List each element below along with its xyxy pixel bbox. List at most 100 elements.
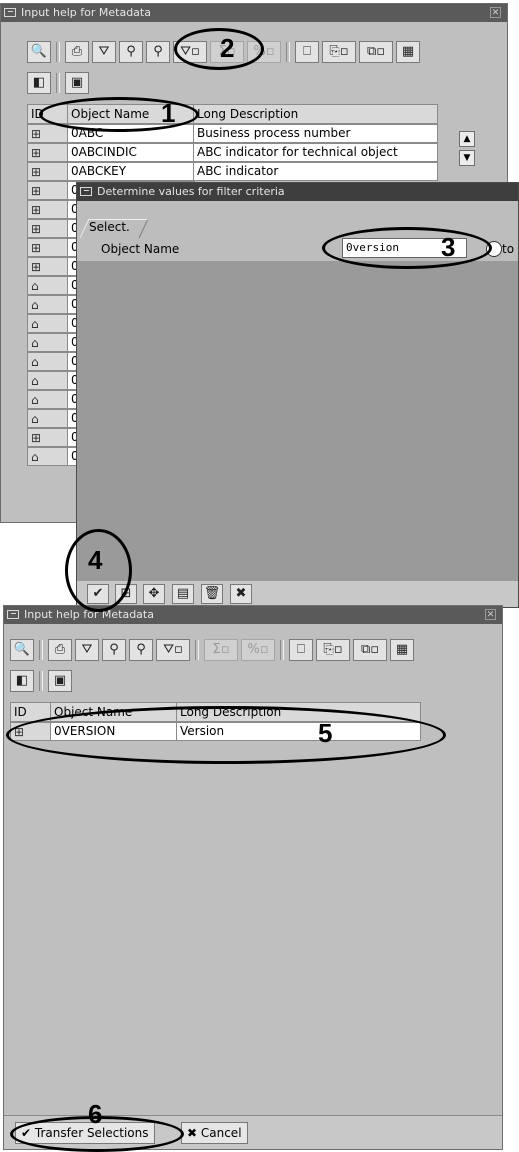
filter-funnel-icon[interactable]: ⛛ [75, 639, 99, 661]
sum-icon[interactable]: Σ▫ [204, 639, 238, 661]
object-type-icon: ⌂ [31, 317, 39, 331]
annotation-number-1: 1 [161, 98, 176, 128]
cell-object-name[interactable]: 0ABCINDIC [67, 143, 195, 162]
object-type-icon: ⌂ [31, 393, 39, 407]
save-icon[interactable]: ▤ [172, 584, 194, 604]
row-selector[interactable]: ⊞ [27, 219, 69, 238]
print-preview-icon[interactable]: ⎕ [295, 41, 319, 63]
title-bar: Input help for Metadata ✕ [4, 606, 502, 624]
annotation-number-4: 4 [88, 545, 103, 575]
object-type-icon: ⊞ [31, 127, 42, 141]
row-selector[interactable]: ⊞ [27, 257, 69, 276]
separator [280, 640, 284, 660]
object-type-icon: ⊞ [31, 146, 42, 160]
print-preview-icon[interactable]: ⎕ [289, 639, 313, 661]
bottom-button-bar: ✔ ⊞ ✥ ▤ 🗑 ✖ [77, 581, 518, 607]
close-icon[interactable]: ✕ [490, 7, 501, 18]
object-type-icon: ⊞ [31, 203, 42, 217]
annotation-number-2: 2 [220, 33, 235, 63]
annotation-number-6: 6 [88, 1099, 103, 1129]
print-icon[interactable]: ⎙ [48, 639, 72, 661]
dialog-title: Determine values for filter criteria [97, 185, 285, 198]
separator [286, 42, 290, 62]
find-next-icon[interactable]: ⚲ [146, 41, 170, 63]
object-type-icon: ⌂ [31, 355, 39, 369]
set-filter-icon[interactable]: ⛛▫ [156, 639, 190, 661]
object-type-icon: ⌂ [31, 298, 39, 312]
row-selector[interactable]: ⊞ [27, 143, 69, 162]
views-icon[interactable]: ⧉▫ [353, 639, 387, 661]
separator [39, 640, 43, 660]
row-selector[interactable]: ⌂ [27, 447, 69, 466]
dialog-title: Input help for Metadata [21, 6, 151, 19]
row-selector[interactable]: ⌂ [27, 409, 69, 428]
row-selector[interactable]: ⊞ [27, 162, 69, 181]
column-header-long-description[interactable]: Long Description [193, 104, 438, 124]
info-icon[interactable]: ▣ [65, 72, 89, 94]
table-grid-icon[interactable]: ▦ [396, 41, 420, 63]
cancel-button[interactable]: ✖ Cancel [181, 1122, 248, 1144]
row-selector[interactable]: ⌂ [27, 333, 69, 352]
annotation-oval-3 [322, 227, 492, 269]
row-selector[interactable]: ⌂ [27, 295, 69, 314]
object-type-icon: ⊞ [31, 241, 42, 255]
dynamic-selection-icon[interactable]: ✥ [143, 584, 165, 604]
toolbar: 🔍 ⎙ ⛛ ⚲ ⚲ ⛛▫ Σ▫ %▫ ⎕ ⎘▫ ⧉▫ ▦ [10, 637, 414, 663]
layout-icon[interactable]: ◧ [10, 670, 34, 692]
cancel-label: Cancel [200, 1126, 242, 1140]
cancel-x-icon: ✖ [187, 1126, 201, 1140]
toolbar-secondary: ◧ ▣ [27, 70, 89, 96]
bottom-input-help-dialog: Input help for Metadata ✕ 🔍 ⎙ ⛛ ⚲ ⚲ ⛛▫ Σ… [3, 605, 503, 1150]
scroll-up-icon[interactable]: ▲ [459, 131, 475, 147]
annotation-number-5: 5 [318, 718, 333, 748]
row-selector[interactable]: ⌂ [27, 276, 69, 295]
object-type-icon: ⊞ [31, 260, 42, 274]
subtotal-icon[interactable]: %▫ [241, 639, 275, 661]
views-icon[interactable]: ⧉▫ [359, 41, 393, 63]
object-type-icon: ⌂ [31, 279, 39, 293]
find-icon[interactable]: ⚲ [119, 41, 143, 63]
row-selector[interactable]: ⌂ [27, 352, 69, 371]
window-icon [7, 610, 19, 619]
print-icon[interactable]: ⎙ [65, 41, 89, 63]
separator [39, 671, 43, 691]
row-selector[interactable]: ⊞ [27, 428, 69, 447]
filter-funnel-icon[interactable]: ⛛ [92, 41, 116, 63]
find-icon[interactable]: ⚲ [102, 639, 126, 661]
info-icon[interactable]: ▣ [48, 670, 72, 692]
cell-long-description[interactable]: ABC indicator for technical object [193, 143, 438, 162]
export-icon[interactable]: ⎘▫ [316, 639, 350, 661]
cell-long-description[interactable]: Business process number [193, 124, 438, 143]
annotation-oval-2 [174, 28, 264, 70]
object-type-icon: ⊞ [31, 184, 42, 198]
row-selector[interactable]: ⊞ [27, 238, 69, 257]
row-selector[interactable]: ⌂ [27, 371, 69, 390]
close-icon[interactable]: ✕ [485, 609, 496, 620]
to-label: to [502, 242, 515, 256]
table-grid-icon[interactable]: ▦ [390, 639, 414, 661]
separator [56, 42, 60, 62]
row-selector[interactable]: ⌂ [27, 390, 69, 409]
search-icon[interactable]: 🔍 [27, 41, 51, 63]
window-icon [80, 187, 92, 196]
row-selector[interactable]: ⊞ [27, 181, 69, 200]
cancel-x-icon[interactable]: ✖ [230, 584, 252, 604]
cell-long-description[interactable]: ABC indicator [193, 162, 438, 181]
scroll-down-icon[interactable]: ▼ [459, 150, 475, 166]
row-selector[interactable]: ⊞ [27, 200, 69, 219]
separator [56, 73, 60, 93]
delete-icon[interactable]: 🗑 [201, 584, 223, 604]
window-icon [4, 8, 16, 17]
cell-object-name[interactable]: 0ABCKEY [67, 162, 195, 181]
object-type-icon: ⌂ [31, 412, 39, 426]
title-bar: Input help for Metadata ✕ [1, 4, 507, 22]
tab-select-label: Select. [89, 220, 130, 234]
object-type-icon: ⌂ [31, 450, 39, 464]
find-next-icon[interactable]: ⚲ [129, 639, 153, 661]
object-type-icon: ⌂ [31, 374, 39, 388]
separator [195, 640, 199, 660]
row-selector[interactable]: ⌂ [27, 314, 69, 333]
layout-icon[interactable]: ◧ [27, 72, 51, 94]
export-icon[interactable]: ⎘▫ [322, 41, 356, 63]
search-icon[interactable]: 🔍 [10, 639, 34, 661]
